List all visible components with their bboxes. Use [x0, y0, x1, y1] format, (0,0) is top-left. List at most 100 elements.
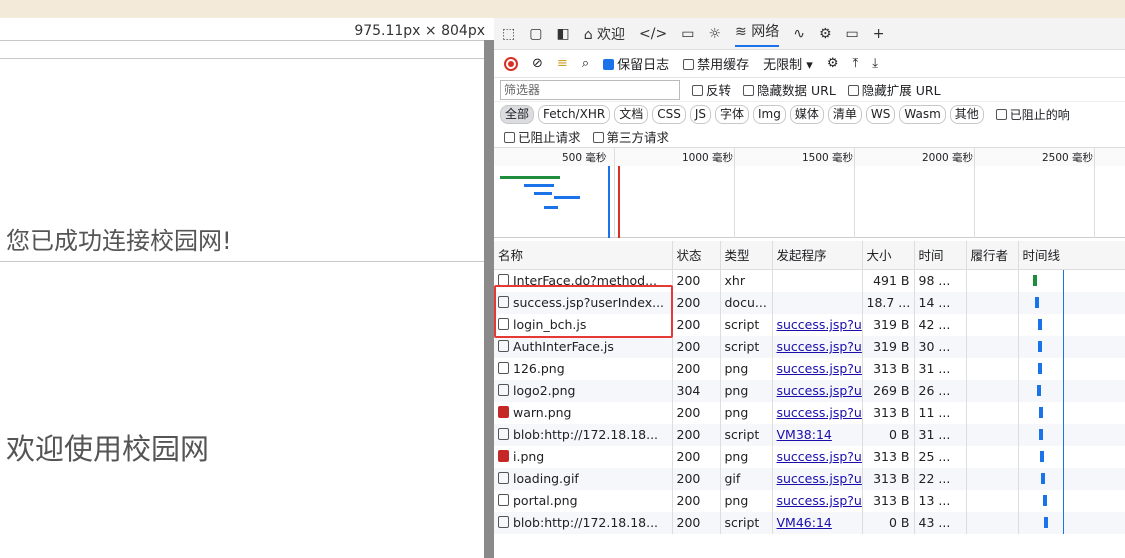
device-toolbar-icon[interactable]: ▢: [529, 26, 542, 42]
type-filter-pill[interactable]: 媒体: [789, 104, 824, 124]
app-icon[interactable]: ▭: [846, 26, 859, 42]
table-row[interactable]: logo2.png 304 png success.jsp?u 269 B 26 ...: [494, 379, 1125, 402]
preserve-log-checkbox[interactable]: 保留日志: [603, 54, 669, 73]
type-filter-pill[interactable]: JS: [689, 104, 711, 124]
type-cell: script: [720, 313, 773, 336]
sidebar-icon[interactable]: ◧: [556, 26, 569, 42]
initiator-link[interactable]: success.jsp?u: [777, 471, 862, 486]
initiator-link[interactable]: VM46:14: [777, 515, 832, 530]
tab-welcome[interactable]: ⌂ 欢迎: [584, 24, 625, 44]
column-header[interactable]: 类型: [720, 241, 773, 270]
debug-icon[interactable]: ☼: [708, 26, 721, 42]
performance-icon[interactable]: ∿: [793, 26, 805, 42]
type-filter-pill[interactable]: Img: [753, 104, 786, 124]
size-cell: 319 B: [862, 335, 915, 358]
size-cell: 319 B: [862, 313, 915, 336]
column-header[interactable]: 时间线: [1018, 241, 1125, 270]
waterfall-marker: [1062, 379, 1064, 402]
table-row[interactable]: loading.gif 200 gif success.jsp?u 313 B 22 ..…: [494, 467, 1125, 490]
type-filter-pill[interactable]: 文档: [614, 104, 649, 124]
overview-tick-label: 2500 毫秒: [1042, 152, 1094, 164]
table-row[interactable]: portal.png 200 png success.jsp?u 313 B 13 ...: [494, 489, 1125, 512]
status-cell: 200: [672, 335, 721, 358]
overview-ticks: 500 毫秒 1000 毫秒 1500 毫秒 2000 毫秒 2500 毫秒: [494, 148, 1125, 166]
name-cell: logo2.png: [494, 379, 673, 402]
initiator-cell: success.jsp?u: [772, 335, 863, 358]
column-header[interactable]: 履行者: [966, 241, 1019, 270]
invert-checkbox[interactable]: 反转: [692, 80, 731, 99]
initiator-link[interactable]: success.jsp?u: [777, 383, 862, 398]
initiator-link[interactable]: success.jsp?u: [777, 361, 862, 376]
initiator-link[interactable]: success.jsp?u: [777, 405, 862, 420]
inspect-icon[interactable]: ⬚: [502, 26, 515, 42]
type-filter-pill[interactable]: Wasm: [899, 104, 946, 124]
size-cell: 0 B: [862, 423, 915, 446]
image-icon: [498, 362, 509, 374]
type-filter-pill[interactable]: WS: [865, 104, 896, 124]
tab-network[interactable]: ≋ 网络: [735, 21, 780, 47]
disable-cache-checkbox[interactable]: 禁用缓存: [683, 54, 749, 73]
settings-gear-icon[interactable]: ⚙: [819, 26, 832, 42]
table-row[interactable]: 126.png 200 png success.jsp?u 313 B 31 ...: [494, 357, 1125, 380]
filter-input[interactable]: 筛选器: [500, 79, 680, 100]
waterfall: [1023, 467, 1125, 490]
table-row[interactable]: AuthInterFace.js 200 script success.jsp?u 31…: [494, 335, 1125, 358]
add-tab-button[interactable]: +: [873, 26, 885, 42]
table-row[interactable]: blob:http://172.18.18... 200 script VM38:14…: [494, 423, 1125, 446]
network-conditions-icon[interactable]: ⚙: [827, 56, 839, 71]
overview-gridline: [854, 148, 855, 238]
status-cell: 200: [672, 445, 721, 468]
panel-splitter[interactable]: [484, 40, 494, 558]
type-filter-pill[interactable]: 全部: [500, 104, 535, 124]
column-header[interactable]: 大小: [862, 241, 915, 270]
initiator-link[interactable]: success.jsp?u: [777, 449, 862, 464]
fulfilled-by-cell: [966, 489, 1019, 512]
type-filter-pill[interactable]: 其他: [949, 104, 984, 124]
elements-icon[interactable]: </>: [639, 26, 667, 42]
time-cell: 98 ...: [914, 269, 967, 292]
third-party-checkbox[interactable]: 第三方请求: [592, 127, 669, 146]
upload-icon[interactable]: ⤒: [852, 56, 858, 71]
script-icon: [498, 340, 509, 352]
type-filter-pill[interactable]: CSS: [652, 104, 686, 124]
overview-request-bar: [544, 206, 558, 209]
initiator-link[interactable]: VM38:14: [777, 427, 832, 442]
column-header[interactable]: 时间: [914, 241, 967, 270]
waterfall-bar: [1040, 472, 1045, 484]
table-row[interactable]: i.png 200 png success.jsp?u 313 B 25 ...: [494, 445, 1125, 468]
fulfilled-by-cell: [966, 511, 1019, 534]
network-overview[interactable]: 500 毫秒 1000 毫秒 1500 毫秒 2000 毫秒 2500 毫秒: [494, 148, 1125, 238]
waterfall: [1023, 357, 1125, 380]
clear-icon[interactable]: ⊘: [532, 56, 543, 71]
console-icon[interactable]: ▭: [681, 26, 694, 42]
hide-data-url-checkbox[interactable]: 隐藏数据 URL: [743, 80, 836, 99]
type-filter-pill[interactable]: 字体: [714, 104, 749, 124]
waterfall-bar: [1038, 406, 1043, 418]
initiator-link[interactable]: success.jsp?u: [777, 493, 862, 508]
type-filter-pill[interactable]: Fetch/XHR: [538, 104, 611, 124]
throttle-select[interactable]: 无限制 ▾: [763, 54, 813, 73]
record-button[interactable]: [504, 56, 518, 71]
column-header[interactable]: 名称: [494, 241, 673, 270]
initiator-link[interactable]: success.jsp?u: [777, 339, 862, 354]
column-header[interactable]: 发起程序: [772, 241, 863, 270]
type-cell: png: [720, 401, 773, 424]
type-cell: script: [720, 335, 773, 358]
type-cell: png: [720, 357, 773, 380]
search-icon[interactable]: ⌕: [582, 56, 589, 71]
type-filter-pill[interactable]: 清单: [827, 104, 862, 124]
table-row[interactable]: warn.png 200 png success.jsp?u 313 B 11 ...: [494, 401, 1125, 424]
hide-ext-url-checkbox[interactable]: 隐藏扩展 URL: [847, 80, 941, 99]
waterfall-bar: [1043, 516, 1048, 528]
download-icon[interactable]: ⤓: [872, 56, 878, 71]
table-row[interactable]: blob:http://172.18.18... 200 script VM46:14…: [494, 511, 1125, 534]
column-header[interactable]: 状态: [672, 241, 721, 270]
waterfall-cell: [1018, 291, 1125, 314]
initiator-cell: success.jsp?u: [772, 379, 863, 402]
filter-toggle-icon[interactable]: ≡: [557, 56, 568, 71]
waterfall-cell: [1018, 357, 1125, 380]
blocked-requests-checkbox[interactable]: 已阻止请求: [504, 127, 581, 146]
initiator-link[interactable]: success.jsp?u: [777, 317, 862, 332]
blocked-response-checkbox[interactable]: 已阻止的响: [995, 106, 1070, 123]
checkbox-icon: [592, 132, 604, 143]
